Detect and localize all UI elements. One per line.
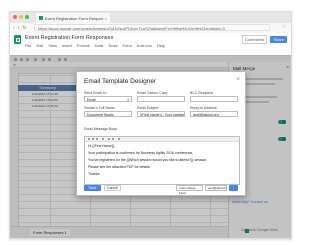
comments-button[interactable]: Comments: [241, 35, 268, 44]
reply-to-label: Reply-to Address: [190, 106, 217, 110]
menu-tools[interactable]: Tools: [108, 43, 117, 48]
italic-icon[interactable]: [92, 138, 94, 140]
bookmark-star-icon[interactable]: ☆: [282, 24, 286, 30]
share-button[interactable]: Share: [270, 36, 287, 43]
body-line: Hi {{First Name}},: [88, 144, 116, 148]
link-icon[interactable]: [112, 138, 114, 140]
send-test-email-button[interactable]: ›: [229, 185, 238, 191]
insert-merge-field-select[interactable]: Insert Merge Field: [176, 185, 203, 195]
sheets-header: Event Registration Form Responses File E…: [10, 33, 291, 55]
menu-file[interactable]: File: [25, 43, 31, 48]
reply-to-field[interactable]: amit@labnol.org: [190, 111, 238, 117]
sender-name-field[interactable]: Document Studio: [84, 111, 132, 117]
forward-icon[interactable]: ›: [18, 25, 20, 31]
browser-tab[interactable]: Event Registration Form Responses ×: [36, 13, 110, 23]
tab-bar: Event Registration Form Responses ×: [10, 12, 291, 23]
tab-title: Event Registration Form Responses: [44, 15, 103, 21]
body-line: Thanks: [88, 172, 100, 176]
editor-toolbar: [85, 137, 239, 142]
subject-field[interactable]: {{First Name}} - Your participati: [137, 111, 185, 117]
menu-help[interactable]: Help: [157, 43, 165, 48]
chevron-down-icon: ▾: [127, 98, 129, 102]
menu-bar: File Edit View Insert Format Data Tools …: [25, 43, 165, 48]
cc-field[interactable]: [137, 96, 185, 102]
url-input[interactable]: https://docs.google.com/spreadsheets/d/1…: [34, 24, 270, 31]
send-to-label: Send Email To: [84, 91, 107, 95]
close-window-dot[interactable]: [13, 15, 17, 19]
bold-icon[interactable]: [88, 138, 90, 140]
sender-name-label: Sender's Full Name: [84, 106, 115, 110]
window-controls: [13, 15, 29, 19]
body-label: Email Message Body: [84, 127, 117, 131]
dialog-close-icon[interactable]: ×: [236, 77, 240, 83]
body-line: You've registered for the {{Which sessio…: [88, 158, 208, 162]
menu-form[interactable]: Form: [122, 43, 131, 48]
zoom-window-dot[interactable]: [25, 15, 29, 19]
header-actions: Comments Share: [241, 35, 287, 44]
menu-insert[interactable]: Insert: [62, 43, 72, 48]
menu-view[interactable]: View: [48, 43, 57, 48]
body-line: Please see the attached PDF for details.: [88, 165, 151, 169]
image-icon[interactable]: [118, 138, 120, 140]
cancel-button[interactable]: Cancel: [104, 185, 121, 191]
reload-icon[interactable]: ↻: [22, 25, 26, 31]
menu-addons[interactable]: Add-ons: [137, 43, 152, 48]
tab-close-icon[interactable]: ×: [105, 16, 107, 21]
sheets-logo-icon[interactable]: [14, 35, 21, 44]
bcc-field[interactable]: [190, 96, 238, 102]
menu-edit[interactable]: Edit: [36, 43, 43, 48]
minimize-window-dot[interactable]: [19, 15, 23, 19]
browser-window: Event Registration Form Responses × ‹ › …: [9, 11, 292, 239]
message-body-editor[interactable]: Hi {{First Name}}, Your participation is…: [84, 136, 240, 185]
save-button[interactable]: Save: [84, 185, 101, 191]
list-icon[interactable]: [108, 138, 110, 140]
menu-data[interactable]: Data: [95, 43, 103, 48]
body-line: Your participation is confirmed for Busi…: [88, 151, 194, 155]
sheets-favicon-icon: [39, 16, 43, 20]
send-to-select[interactable]: Email ▾: [84, 96, 132, 102]
test-email-field[interactable]: amit@labnol.org: [205, 185, 227, 191]
font-color-icon[interactable]: [102, 138, 104, 140]
dialog-title: Email Template Designer: [84, 78, 157, 85]
bcc-label: BCC Recipient: [190, 91, 213, 95]
email-template-dialog: Email Template Designer × Send Email To …: [76, 71, 246, 196]
send-to-value: Email: [87, 98, 96, 102]
back-icon[interactable]: ‹: [13, 25, 15, 31]
underline-icon[interactable]: [96, 138, 98, 140]
subject-label: Email Subject: [137, 106, 159, 110]
menu-format[interactable]: Format: [77, 43, 90, 48]
document-title[interactable]: Event Registration Form Responses: [25, 35, 113, 41]
cc-label: Email Carbon Copy: [137, 91, 168, 95]
